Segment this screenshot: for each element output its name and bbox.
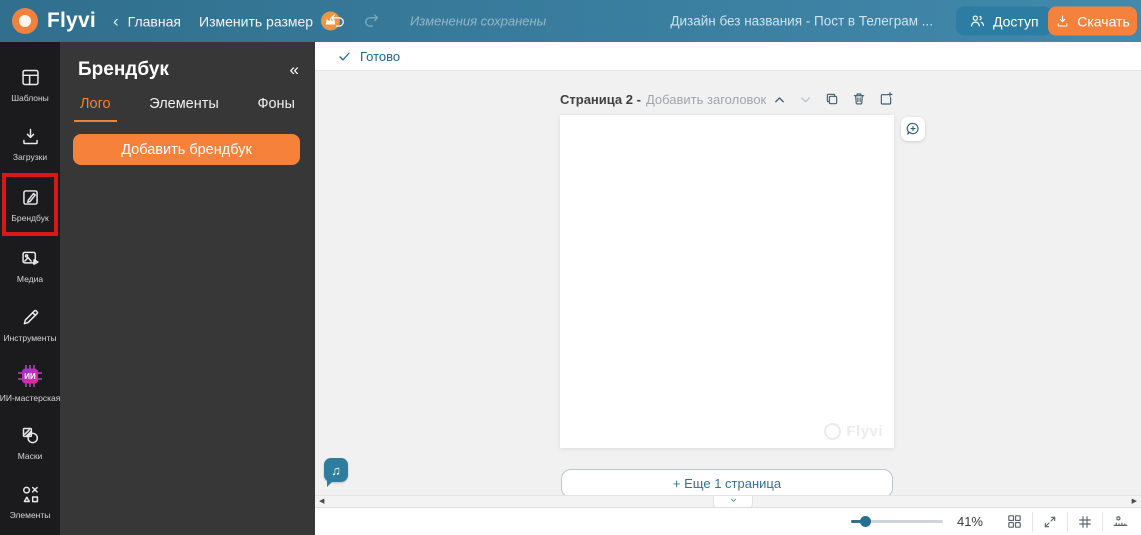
sidebar-item-uploads[interactable]: Загрузки xyxy=(0,114,60,173)
flyvi-logo-icon xyxy=(12,8,38,34)
sidebar-item-media[interactable]: Медиа xyxy=(0,236,60,295)
page-number-label: Страница 2 - xyxy=(560,91,641,107)
panel-tabs: Лого Элементы Фоны xyxy=(74,92,301,122)
elements-icon xyxy=(20,484,41,505)
flyvi-watermark: Flyvi xyxy=(824,423,883,440)
add-comment-button[interactable] xyxy=(901,117,925,141)
svg-text:ИИ: ИИ xyxy=(24,372,36,381)
rulers-guides-icon[interactable] xyxy=(1112,513,1129,530)
sidebar-item-ai-workshop[interactable]: ИИ ИИ-мастерская xyxy=(0,354,60,413)
watermark-logo-icon xyxy=(824,423,842,440)
tab-logo[interactable]: Лого xyxy=(74,92,117,122)
add-page-icon[interactable] xyxy=(878,91,894,107)
add-one-more-page-button[interactable]: + Еще 1 страница xyxy=(561,469,893,498)
sidebar-item-label: Брендбук xyxy=(11,212,49,223)
sidebar-item-masks[interactable]: Маски xyxy=(0,413,60,472)
masks-icon xyxy=(20,425,41,446)
done-button[interactable]: Готово xyxy=(360,49,400,64)
sidebar-item-templates[interactable]: Шаблоны xyxy=(0,55,60,114)
comment-plus-icon xyxy=(905,121,921,137)
sidebar-item-label: Медиа xyxy=(16,273,44,284)
sidebar-rail: Шаблоны Загрузки Брендбук Медиа Инструме… xyxy=(0,42,60,535)
delete-page-icon[interactable] xyxy=(851,91,867,107)
pages-overview-icon[interactable] xyxy=(1006,513,1023,530)
zoom-slider-handle[interactable] xyxy=(860,516,871,527)
zoom-slider[interactable] xyxy=(851,516,943,527)
watermark-text: Flyvi xyxy=(846,423,883,440)
canvas-area: Готово Страница 2 - Добавить заголовок F… xyxy=(315,42,1141,535)
resize-label: Изменить размер xyxy=(199,13,314,29)
divider xyxy=(1032,511,1033,532)
resize-button[interactable]: Изменить размер xyxy=(199,11,341,31)
templates-icon xyxy=(20,67,41,88)
sidebar-item-label: Маски xyxy=(17,450,43,461)
divider xyxy=(1067,511,1068,532)
sidebar-item-brandbook[interactable]: Брендбук xyxy=(2,173,58,236)
sidebar-item-elements[interactable]: Элементы xyxy=(0,472,60,531)
audio-button[interactable]: ♫ xyxy=(324,458,348,487)
sidebar-item-tools[interactable]: Инструменты xyxy=(0,295,60,354)
access-button[interactable]: Доступ xyxy=(956,6,1052,36)
music-note-icon: ♫ xyxy=(331,462,341,478)
scroll-right-icon[interactable]: ▶ xyxy=(1132,498,1137,505)
download-button[interactable]: Скачать xyxy=(1048,6,1137,36)
brandbook-panel: Брендбук « Лого Элементы Фоны Добавить б… xyxy=(60,42,315,535)
download-icon xyxy=(1055,14,1070,29)
back-home-label: Главная xyxy=(127,13,181,29)
save-status-text: Изменения сохранены xyxy=(410,13,547,29)
duplicate-page-icon[interactable] xyxy=(824,91,840,107)
bottom-bar: 41% xyxy=(315,507,1141,535)
media-icon xyxy=(20,248,41,269)
undo-button[interactable] xyxy=(328,12,347,31)
move-page-up-icon[interactable] xyxy=(772,92,787,107)
tab-elements[interactable]: Элементы xyxy=(143,92,225,122)
sidebar-item-label: ИИ-мастерская xyxy=(0,393,61,403)
ai-workshop-icon: ИИ xyxy=(17,364,43,388)
tools-icon xyxy=(20,307,41,328)
collapse-panel-icon[interactable]: « xyxy=(290,60,299,80)
chevron-left-icon: ‹ xyxy=(113,11,119,31)
design-title[interactable]: Дизайн без названия - Пост в Телеграм ..… xyxy=(670,14,933,29)
sidebar-item-label: Инструменты xyxy=(3,332,57,343)
tab-backgrounds[interactable]: Фоны xyxy=(251,92,301,122)
page-title-input[interactable]: Добавить заголовок xyxy=(646,92,766,107)
design-page[interactable]: Flyvi xyxy=(560,115,894,448)
uploads-icon xyxy=(20,126,41,147)
zoom-level-value: 41% xyxy=(956,514,983,529)
redo-button[interactable] xyxy=(362,12,381,31)
access-label: Доступ xyxy=(993,13,1039,29)
fullscreen-icon[interactable] xyxy=(1042,514,1058,530)
people-icon xyxy=(969,13,986,30)
brandbook-icon xyxy=(20,187,41,208)
check-icon xyxy=(337,49,352,64)
app-logo[interactable]: Flyvi xyxy=(12,8,96,34)
page-header: Страница 2 - Добавить заголовок xyxy=(560,91,894,107)
divider xyxy=(1102,511,1103,532)
add-brandbook-button[interactable]: Добавить брендбук xyxy=(73,134,300,165)
sidebar-item-label: Шаблоны xyxy=(11,92,49,103)
context-toolbar: Готово xyxy=(315,42,1141,71)
top-bar: Flyvi ‹ Главная Изменить размер Изменени… xyxy=(0,0,1141,42)
download-label: Скачать xyxy=(1077,13,1130,29)
scroll-left-icon[interactable]: ◀ xyxy=(319,498,324,505)
sidebar-item-label: Элементы xyxy=(9,509,51,520)
sidebar-item-label: Загрузки xyxy=(12,151,48,162)
grid-toggle-icon[interactable] xyxy=(1077,514,1093,530)
panel-title: Брендбук xyxy=(78,59,169,80)
logo-text: Flyvi xyxy=(47,9,96,32)
move-page-down-icon[interactable] xyxy=(798,92,813,107)
back-home-button[interactable]: ‹ Главная xyxy=(113,13,181,30)
